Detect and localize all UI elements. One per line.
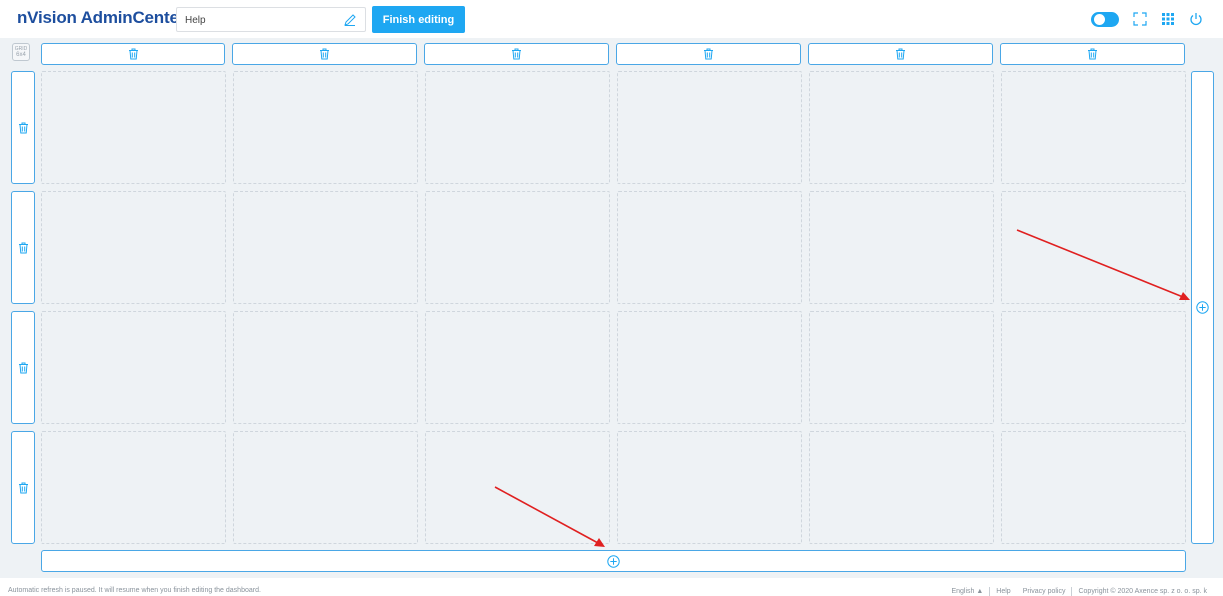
app-logo[interactable]: nVision AdminCenter [17, 8, 185, 28]
power-icon[interactable] [1189, 12, 1203, 26]
grid-cell[interactable] [1001, 311, 1186, 424]
grid-cell[interactable] [233, 431, 418, 544]
fullscreen-icon[interactable] [1133, 12, 1147, 26]
finish-editing-button[interactable]: Finish editing [372, 6, 465, 33]
add-row-button[interactable] [41, 550, 1186, 572]
grid-cell[interactable] [425, 71, 610, 184]
trash-icon [18, 362, 28, 373]
grid-cell[interactable] [809, 191, 994, 304]
trash-icon [320, 48, 329, 60]
grid-cell[interactable] [617, 431, 802, 544]
refresh-status: Automatic refresh is paused. It will res… [8, 587, 261, 594]
theme-toggle-icon[interactable] [1091, 11, 1119, 27]
grid-cell[interactable] [425, 431, 610, 544]
trash-icon [512, 48, 521, 60]
grid-cell[interactable] [425, 191, 610, 304]
language-selector[interactable]: English ▲ [945, 588, 989, 595]
apps-grid-icon[interactable] [1161, 12, 1175, 26]
grid-cell[interactable] [617, 191, 802, 304]
trash-icon [18, 122, 28, 133]
grid-cell[interactable] [233, 191, 418, 304]
grid-cell[interactable] [425, 311, 610, 424]
delete-row-1-button[interactable] [11, 71, 35, 184]
copyright: Copyright © 2020 Axence sp. z o. o. sp. … [1078, 588, 1207, 595]
grid-cell[interactable] [41, 191, 226, 304]
footer: Automatic refresh is paused. It will res… [0, 584, 1223, 596]
top-bar: nVision AdminCenter Finish editing [0, 0, 1223, 38]
trash-icon [1088, 48, 1097, 60]
delete-row-3-button[interactable] [11, 311, 35, 424]
grid-cell[interactable] [1001, 191, 1186, 304]
delete-column-1-button[interactable] [41, 43, 225, 65]
trash-icon [18, 242, 28, 253]
delete-column-6-button[interactable] [1000, 43, 1185, 65]
grid-cell[interactable] [809, 71, 994, 184]
trash-icon [128, 48, 138, 60]
grid-cell[interactable] [1001, 71, 1186, 184]
trash-icon [704, 48, 713, 60]
delete-row-2-button[interactable] [11, 191, 35, 304]
add-circle-icon [1196, 301, 1209, 314]
delete-column-3-button[interactable] [424, 43, 609, 65]
privacy-policy-link[interactable]: Privacy policy [1017, 588, 1072, 595]
grid-cell[interactable] [41, 431, 226, 544]
delete-column-4-button[interactable] [616, 43, 801, 65]
trash-icon [18, 482, 28, 493]
add-column-button[interactable] [1191, 71, 1214, 544]
add-circle-icon [607, 554, 620, 568]
pencil-icon[interactable] [343, 13, 357, 27]
dashboard-name-field[interactable] [176, 7, 366, 32]
delete-row-4-button[interactable] [11, 431, 35, 544]
grid-cell[interactable] [809, 311, 994, 424]
grid-cell[interactable] [617, 71, 802, 184]
grid-cell[interactable] [617, 311, 802, 424]
delete-column-5-button[interactable] [808, 43, 993, 65]
grid-cell[interactable] [41, 311, 226, 424]
delete-column-2-button[interactable] [232, 43, 417, 65]
grid-size-badge: GRID 6x4 [12, 43, 30, 61]
header-actions [1091, 11, 1203, 27]
grid-cell[interactable] [1001, 431, 1186, 544]
help-link[interactable]: Help [990, 588, 1016, 595]
dashboard-name-input[interactable] [185, 12, 335, 28]
grid-cell[interactable] [809, 431, 994, 544]
grid-cell[interactable] [41, 71, 226, 184]
grid-cell[interactable] [233, 71, 418, 184]
grid-cell[interactable] [233, 311, 418, 424]
trash-icon [896, 48, 905, 60]
